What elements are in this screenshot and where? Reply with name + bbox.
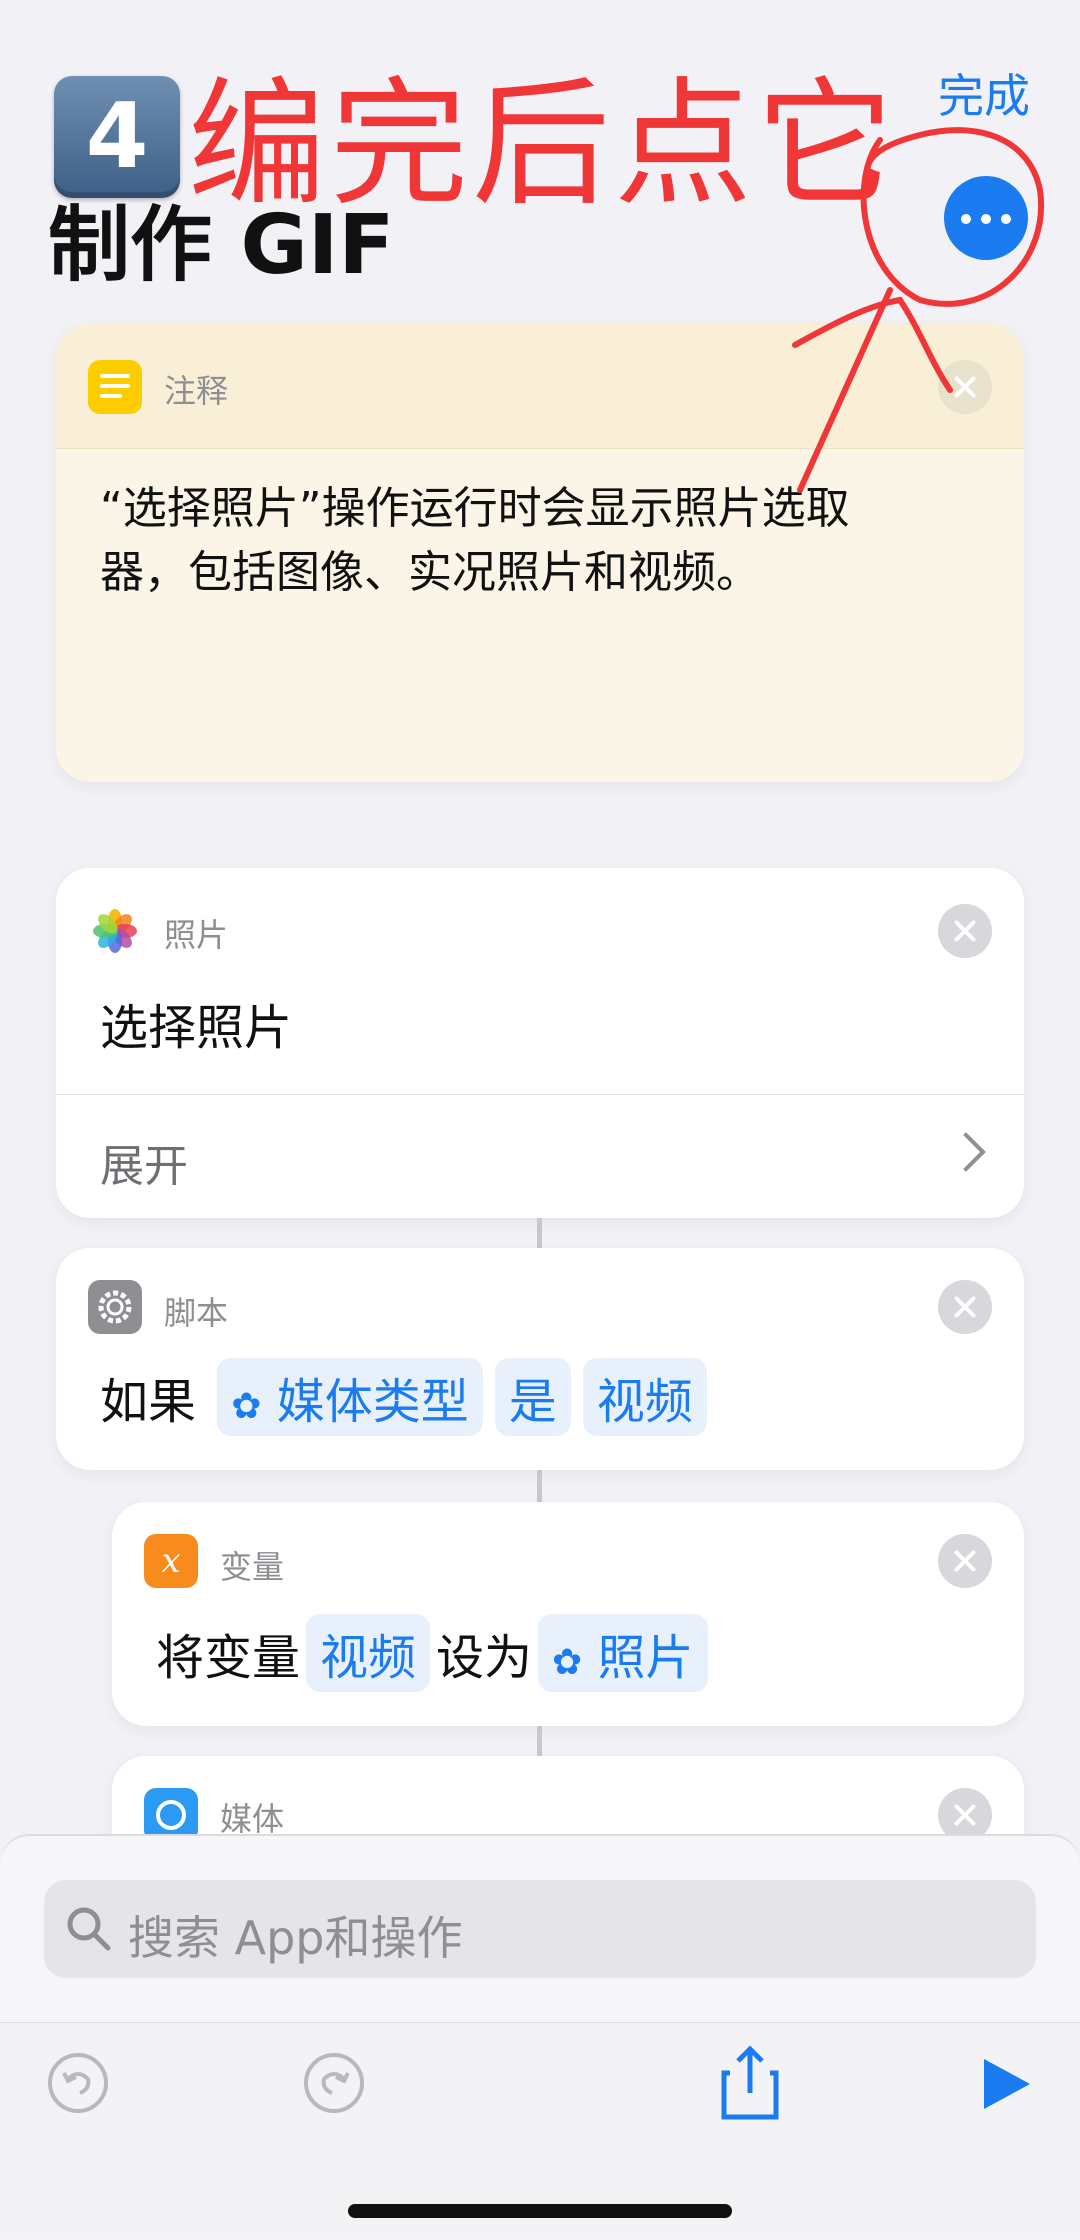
variable-name-token[interactable]: 视频 xyxy=(306,1614,431,1692)
set-variable-card[interactable]: x 变量 将变量 视频 设为 ✿ 照片 xyxy=(112,1502,1024,1726)
variable-x-icon: x xyxy=(144,1534,198,1588)
set-variable-label: 将变量 xyxy=(156,1630,301,1686)
photos-token-icon: ✿ xyxy=(552,1642,583,1683)
if-condition-row: 如果 ✿ 媒体类型是视频 xyxy=(100,1358,713,1436)
select-photos-action: 选择照片 xyxy=(100,1000,293,1056)
photos-category-label: 照片 xyxy=(164,916,229,954)
play-icon[interactable] xyxy=(980,2055,1034,2113)
undo-icon[interactable] xyxy=(46,2051,110,2115)
flow-connector xyxy=(537,1470,542,1502)
gear-icon xyxy=(88,1280,142,1334)
chevron-right-icon xyxy=(946,1132,986,1172)
home-indicator xyxy=(348,2204,732,2218)
video-value-token[interactable]: 视频 xyxy=(582,1358,707,1436)
divider xyxy=(56,1094,1024,1095)
photos-value-token[interactable]: ✿ 照片 xyxy=(538,1614,708,1692)
search-placeholder: 搜索 App和操作 xyxy=(128,1911,463,1965)
script-delete-icon[interactable] xyxy=(938,1280,992,1334)
share-icon[interactable] xyxy=(720,2043,780,2123)
expand-row[interactable]: 展开 xyxy=(56,1096,1024,1218)
photos-app-icon xyxy=(88,904,142,958)
set-variable-row: 将变量 视频 设为 ✿ 照片 xyxy=(156,1614,714,1692)
select-photos-card[interactable]: 照片 选择照片 展开 xyxy=(56,868,1024,1218)
flow-connector xyxy=(537,1218,542,1248)
media-type-token[interactable]: ✿ 媒体类型 xyxy=(217,1358,483,1436)
annotation-arrow xyxy=(792,127,1045,493)
photos-token-icon: ✿ xyxy=(231,1386,262,1427)
to-label: 设为 xyxy=(436,1630,533,1686)
redo-icon[interactable] xyxy=(302,2051,366,2115)
search-icon xyxy=(67,1907,111,1951)
script-category-label: 脚本 xyxy=(164,1294,229,1332)
variable-category-label: 变量 xyxy=(220,1548,285,1586)
variable-delete-icon[interactable] xyxy=(938,1534,992,1588)
search-input[interactable]: 搜索 App和操作 xyxy=(44,1880,1036,1978)
flow-connector xyxy=(537,1726,542,1756)
if-label: 如果 xyxy=(100,1374,197,1430)
is-operator-token[interactable]: 是 xyxy=(494,1358,571,1436)
expand-label: 展开 xyxy=(100,1141,188,1192)
photos-delete-icon[interactable] xyxy=(938,904,992,958)
if-script-card[interactable]: 脚本 如果 ✿ 媒体类型是视频 xyxy=(56,1248,1024,1470)
